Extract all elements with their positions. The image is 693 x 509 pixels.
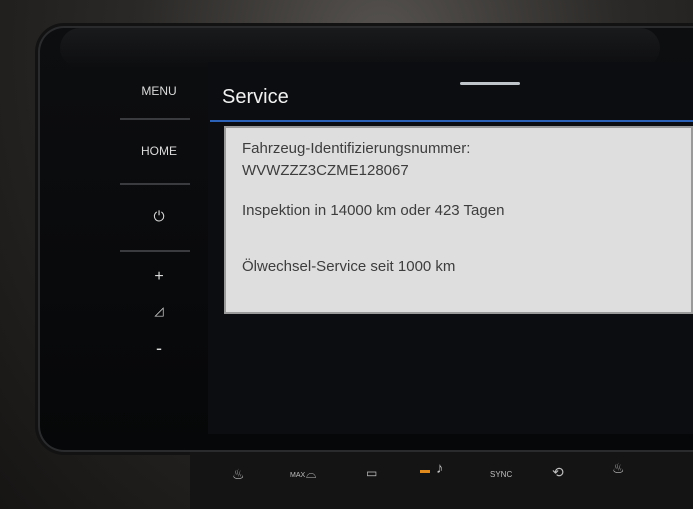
page-title: Service bbox=[222, 86, 289, 108]
volume-up-button[interactable]: + bbox=[128, 268, 190, 286]
vin-value: WVWZZZ3CZME128067 bbox=[242, 162, 409, 179]
seat-airflow-indicator bbox=[420, 470, 430, 473]
recirculation-icon[interactable]: ⟲ bbox=[552, 464, 564, 481]
title-underline bbox=[210, 120, 693, 122]
seat-airflow-icon[interactable]: ♪ bbox=[436, 460, 444, 477]
windshield-defrost-icon[interactable]: ⌓ bbox=[306, 466, 316, 482]
max-defrost-label[interactable]: MAX bbox=[290, 472, 305, 479]
inspection-text: Inspektion in 14000 km oder 423 Tagen bbox=[242, 202, 505, 219]
vin-label: Fahrzeug-Identifizierungsnummer: bbox=[242, 140, 471, 157]
rear-defrost-icon[interactable]: ▭ bbox=[366, 466, 377, 480]
drag-handle[interactable] bbox=[460, 82, 520, 85]
oil-service-text: Ölwechsel-Service seit 1000 km bbox=[242, 258, 456, 275]
volume-icon: ◿ bbox=[154, 304, 164, 318]
menu-button[interactable]: MENU bbox=[128, 84, 190, 98]
power-icon[interactable]: ⏻ bbox=[128, 208, 190, 225]
sync-button[interactable]: SYNC bbox=[490, 470, 512, 479]
volume-down-button[interactable]: - bbox=[128, 338, 190, 359]
seat-heat-icon[interactable]: ♨ bbox=[232, 466, 245, 483]
side-divider bbox=[120, 118, 190, 120]
passenger-seat-heat-icon[interactable]: ♨ bbox=[612, 460, 625, 477]
side-divider bbox=[120, 250, 190, 252]
home-button[interactable]: HOME bbox=[128, 144, 190, 158]
side-divider bbox=[120, 183, 190, 185]
service-info-panel: Fahrzeug-Identifizierungsnummer: WVWZZZ3… bbox=[224, 126, 693, 314]
